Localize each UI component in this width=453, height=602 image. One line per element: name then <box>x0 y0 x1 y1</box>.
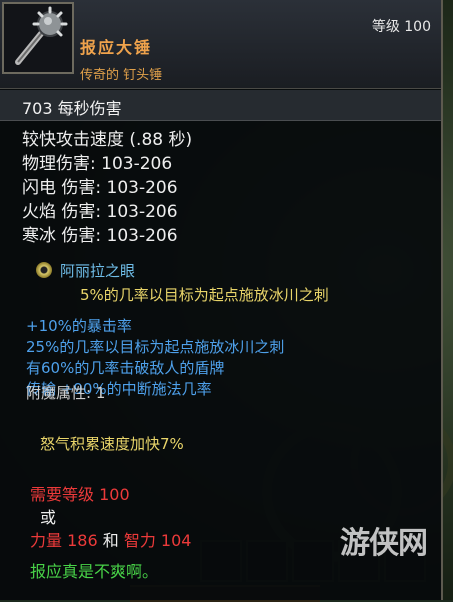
affix-glacial-spike: 25%的几率以目标为起点施放冰川之刺 <box>26 338 285 356</box>
requirement-or: 或 <box>40 508 57 527</box>
gem-effect: 5%的几率以目标为起点施放冰川之刺 <box>80 286 329 304</box>
requirement-and: 和 <box>102 531 119 550</box>
item-tooltip: 报应大锤 传奇的 钉头锤 等级 100 703 每秒伤害 较快攻击速度 (.88… <box>0 0 443 600</box>
mace-icon <box>15 6 68 65</box>
physical-damage-stat: 物理伤害: 103-206 <box>22 154 173 174</box>
site-watermark: 游侠网 <box>340 526 428 561</box>
enchant-effect: 怒气积累速度加快7% <box>40 435 184 453</box>
attack-speed-stat: 较快攻击速度 (.88 秒) <box>22 130 193 150</box>
fire-damage-stat: 火焰 伤害: 103-206 <box>22 202 178 222</box>
item-name: 报应大锤 <box>80 38 153 57</box>
cold-damage-stat: 寒冰 伤害: 103-206 <box>22 226 178 246</box>
level-requirement: 需要等级 100 <box>30 485 130 504</box>
item-icon-frame <box>2 2 74 74</box>
lightning-damage-stat: 闪电 伤害: 103-206 <box>22 178 178 198</box>
affix-crit-chance: +10%的暴击率 <box>26 317 132 335</box>
socket-row: 阿丽拉之眼 <box>36 259 135 281</box>
intellect-requirement: 智力 104 <box>123 531 192 550</box>
enchant-label: 附魔属性: 1 <box>26 384 106 402</box>
tooltip-header: 报应大锤 传奇的 钉头锤 等级 100 <box>0 0 441 89</box>
item-level: 等级 100 <box>371 19 431 35</box>
dps-value: 703 每秒伤害 <box>22 99 122 118</box>
gem-eye-icon <box>36 262 52 278</box>
item-type: 传奇的 钉头锤 <box>80 68 163 83</box>
strength-requirement: 力量 186 <box>30 531 98 550</box>
affix-shield-break: 有60%的几率击破敌人的盾牌 <box>26 359 225 377</box>
dps-bar: 703 每秒伤害 <box>0 90 441 121</box>
base-stats: 较快攻击速度 (.88 秒) 物理伤害: 103-206 闪电 伤害: 103-… <box>22 128 192 248</box>
attribute-requirements: 力量 186 和 智力 104 <box>30 527 191 551</box>
gem-name: 阿丽拉之眼 <box>60 261 136 280</box>
flavor-text: 报应真是不爽啊。 <box>30 562 159 581</box>
